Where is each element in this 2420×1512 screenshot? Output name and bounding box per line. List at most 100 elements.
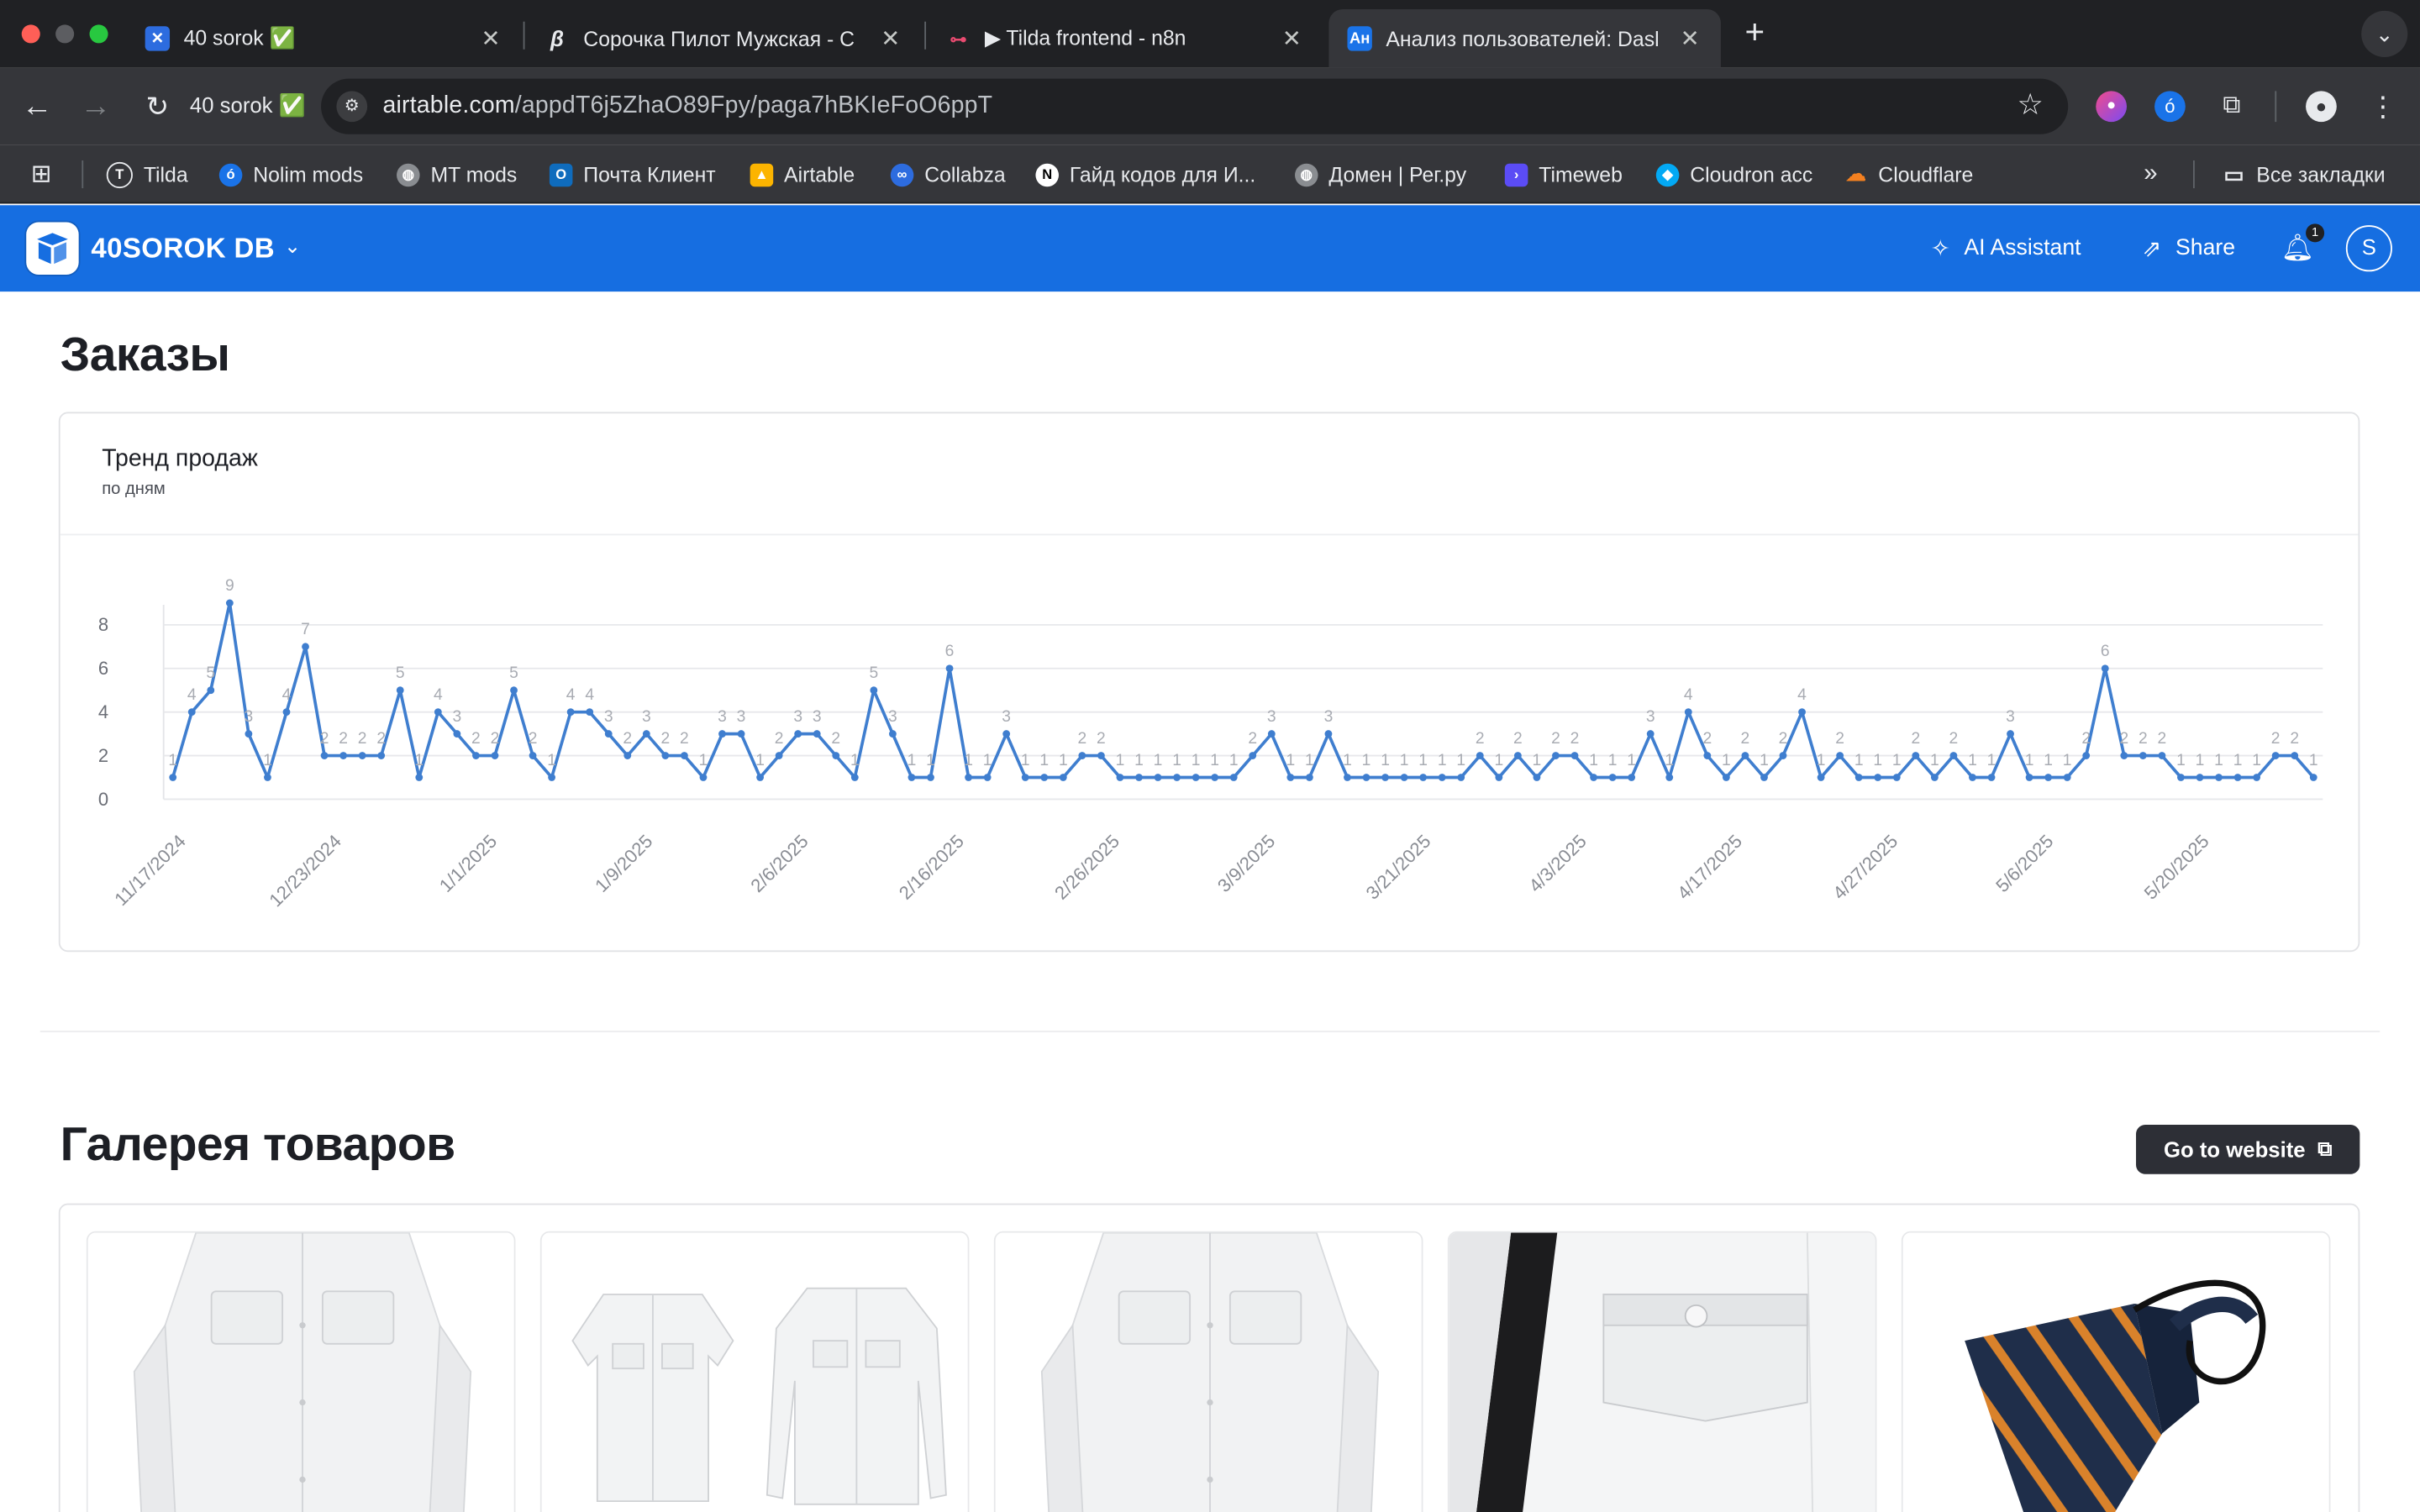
bookmark-mt-mods[interactable]: ◍ MT mods bbox=[397, 160, 517, 188]
y-tick-label: 2 bbox=[98, 745, 108, 766]
ai-assistant-button[interactable]: ✧ AI Assistant bbox=[1931, 234, 2081, 262]
bookmark-collabza[interactable]: ∞ Collabza bbox=[890, 160, 1006, 188]
data-point bbox=[2063, 774, 2071, 781]
data-label: 4 bbox=[282, 686, 292, 704]
sales-trend-chart-card: Тренд продаж по дням 02468 1459314722225… bbox=[58, 412, 2360, 953]
data-label: 2 bbox=[1097, 730, 1106, 748]
bookmark-cloudflare[interactable]: ☁ Cloudflare bbox=[1844, 160, 1974, 188]
data-point bbox=[2025, 774, 2033, 781]
bookmark-domain[interactable]: ◍ Домен | Рег.ру bbox=[1295, 160, 1466, 188]
back-arrow-icon[interactable]: ← bbox=[18, 88, 55, 125]
data-point bbox=[264, 774, 271, 781]
browser-tab-4-active[interactable]: Ан Анализ пользователей: Dasl ✕ bbox=[1328, 9, 1721, 68]
more-bookmarks-chevron-icon[interactable]: » bbox=[2144, 160, 2157, 188]
x-tick-label: 3/9/2025 bbox=[1213, 831, 1279, 896]
data-point bbox=[1703, 752, 1712, 759]
data-label: 3 bbox=[453, 708, 462, 726]
data-label: 1 bbox=[1418, 752, 1428, 769]
gallery-card-shirt-pair[interactable] bbox=[539, 1231, 970, 1512]
bookmark-cloudron[interactable]: ◆ Cloudron acc bbox=[1655, 160, 1812, 188]
browser-tab-1[interactable]: ✕ 40 sorok ✅ ✕ bbox=[127, 9, 522, 68]
share-button[interactable]: ⇗ Share bbox=[2142, 234, 2235, 262]
y-tick-label: 0 bbox=[98, 789, 108, 810]
new-tab-button[interactable]: + bbox=[1738, 14, 1771, 50]
browser-tab-2[interactable]: β Сорочка Пилот Мужская - С ✕ bbox=[526, 9, 921, 68]
y-tick-label: 8 bbox=[98, 614, 108, 635]
data-label: 1 bbox=[1930, 752, 1939, 769]
data-point bbox=[794, 730, 802, 738]
close-tab-icon[interactable]: ✕ bbox=[878, 24, 902, 52]
x-tick-label: 12/23/2024 bbox=[265, 831, 345, 911]
data-label: 1 bbox=[1817, 752, 1826, 769]
bookmark-star-icon[interactable]: ☆ bbox=[2018, 88, 2044, 123]
chevron-down-icon[interactable]: ⌄ bbox=[284, 234, 301, 259]
browser-menu-icon[interactable]: ⋮ bbox=[2365, 88, 2402, 125]
profile-icon[interactable]: ● bbox=[2306, 91, 2337, 123]
close-window-button[interactable] bbox=[21, 24, 40, 44]
data-label: 1 bbox=[1116, 752, 1125, 769]
data-point bbox=[870, 686, 878, 695]
data-point bbox=[2158, 752, 2166, 759]
data-point bbox=[1798, 708, 1806, 717]
data-label: 1 bbox=[2233, 752, 2243, 769]
data-point bbox=[2196, 774, 2204, 781]
data-label: 4 bbox=[566, 686, 576, 704]
base-logo-icon[interactable] bbox=[26, 222, 79, 275]
data-label: 1 bbox=[1722, 752, 1731, 769]
bookmark-mail[interactable]: O Почта Клиент bbox=[549, 160, 716, 188]
gallery-card-shirt-tie[interactable] bbox=[1447, 1231, 1877, 1512]
data-point bbox=[1513, 752, 1522, 759]
browser-toolbar: ← → ↻ 40 sorok ✅ ⚙ airtable.com/appdT6j5… bbox=[0, 67, 2420, 145]
close-tab-icon[interactable]: ✕ bbox=[478, 24, 502, 52]
sales-trend-line-chart[interactable]: 02468 145931472 2 2 251432 25214 43232 213 3123… bbox=[60, 413, 2359, 950]
reload-icon[interactable]: ↻ bbox=[139, 88, 176, 125]
data-point bbox=[2044, 774, 2053, 781]
apps-grid-icon[interactable]: ⊞ bbox=[31, 160, 52, 188]
site-settings-icon[interactable]: ⚙ bbox=[336, 91, 368, 123]
extensions-puzzle-icon[interactable]: ⧉ bbox=[2217, 91, 2248, 122]
bookmark-airtable[interactable]: ▲ Airtable bbox=[750, 160, 855, 188]
close-tab-icon[interactable]: ✕ bbox=[1678, 24, 1702, 52]
data-point bbox=[169, 774, 177, 781]
bookmark-nolim[interactable]: ó Nolim mods bbox=[218, 160, 363, 188]
bookmark-timeweb[interactable]: › Timeweb bbox=[1504, 160, 1623, 188]
url-text[interactable]: airtable.com/appdT6j5ZhaO89Fpy/paga7hBKI… bbox=[383, 92, 993, 120]
tab-search-chevron-icon[interactable]: ⌄ bbox=[2361, 10, 2408, 57]
extension-2-icon[interactable]: ó bbox=[2154, 91, 2186, 123]
data-label: 2 bbox=[2271, 730, 2281, 748]
bookmark-guide[interactable]: N Гайд кодов для И... bbox=[1035, 160, 1255, 188]
gallery-card-striped-tie[interactable] bbox=[1901, 1231, 2331, 1512]
gallery-card-shirt-1[interactable] bbox=[86, 1231, 516, 1512]
bookmark-tilda[interactable]: T Tilda bbox=[106, 160, 188, 188]
user-avatar[interactable]: S bbox=[2345, 225, 2392, 272]
airtable-icon: ▲ bbox=[750, 162, 774, 186]
browser-tab-3[interactable]: ⊶ ▶ Tilda frontend - n8n ✕ bbox=[928, 9, 1323, 68]
go-to-website-button[interactable]: Go to website ⧉ bbox=[2136, 1124, 2360, 1174]
data-point bbox=[529, 752, 537, 759]
data-point bbox=[2215, 774, 2223, 781]
close-tab-icon[interactable]: ✕ bbox=[1280, 24, 1304, 52]
data-label: 1 bbox=[699, 752, 708, 769]
forward-arrow-icon[interactable]: → bbox=[77, 88, 114, 125]
gallery-card-shirt-3[interactable] bbox=[993, 1231, 1423, 1512]
data-label: 2 bbox=[661, 730, 671, 748]
data-point bbox=[1570, 752, 1579, 759]
maximize-window-button[interactable] bbox=[89, 24, 108, 44]
extension-1-icon[interactable]: ● bbox=[2096, 91, 2128, 123]
minimize-window-button[interactable] bbox=[55, 24, 75, 44]
data-point bbox=[1495, 774, 1503, 781]
data-point bbox=[604, 730, 613, 738]
data-label: 1 bbox=[1286, 752, 1295, 769]
data-label: 1 bbox=[1059, 752, 1068, 769]
base-name[interactable]: 40SOROK DB bbox=[91, 233, 275, 265]
data-point bbox=[1684, 708, 1692, 717]
x-tick-label: 11/17/2024 bbox=[110, 831, 189, 910]
data-label: 4 bbox=[1797, 686, 1807, 704]
address-bar[interactable]: ⚙ airtable.com/appdT6j5ZhaO89Fpy/paga7hB… bbox=[321, 78, 2069, 134]
tab-title: Анализ пользователей: Dasl bbox=[1386, 27, 1660, 50]
data-label: 5 bbox=[396, 664, 405, 682]
data-label: 2 bbox=[831, 730, 840, 748]
data-point bbox=[548, 774, 556, 781]
all-bookmarks-folder[interactable]: ▭ Все закладки bbox=[2223, 160, 2385, 188]
data-label: 5 bbox=[509, 664, 518, 682]
